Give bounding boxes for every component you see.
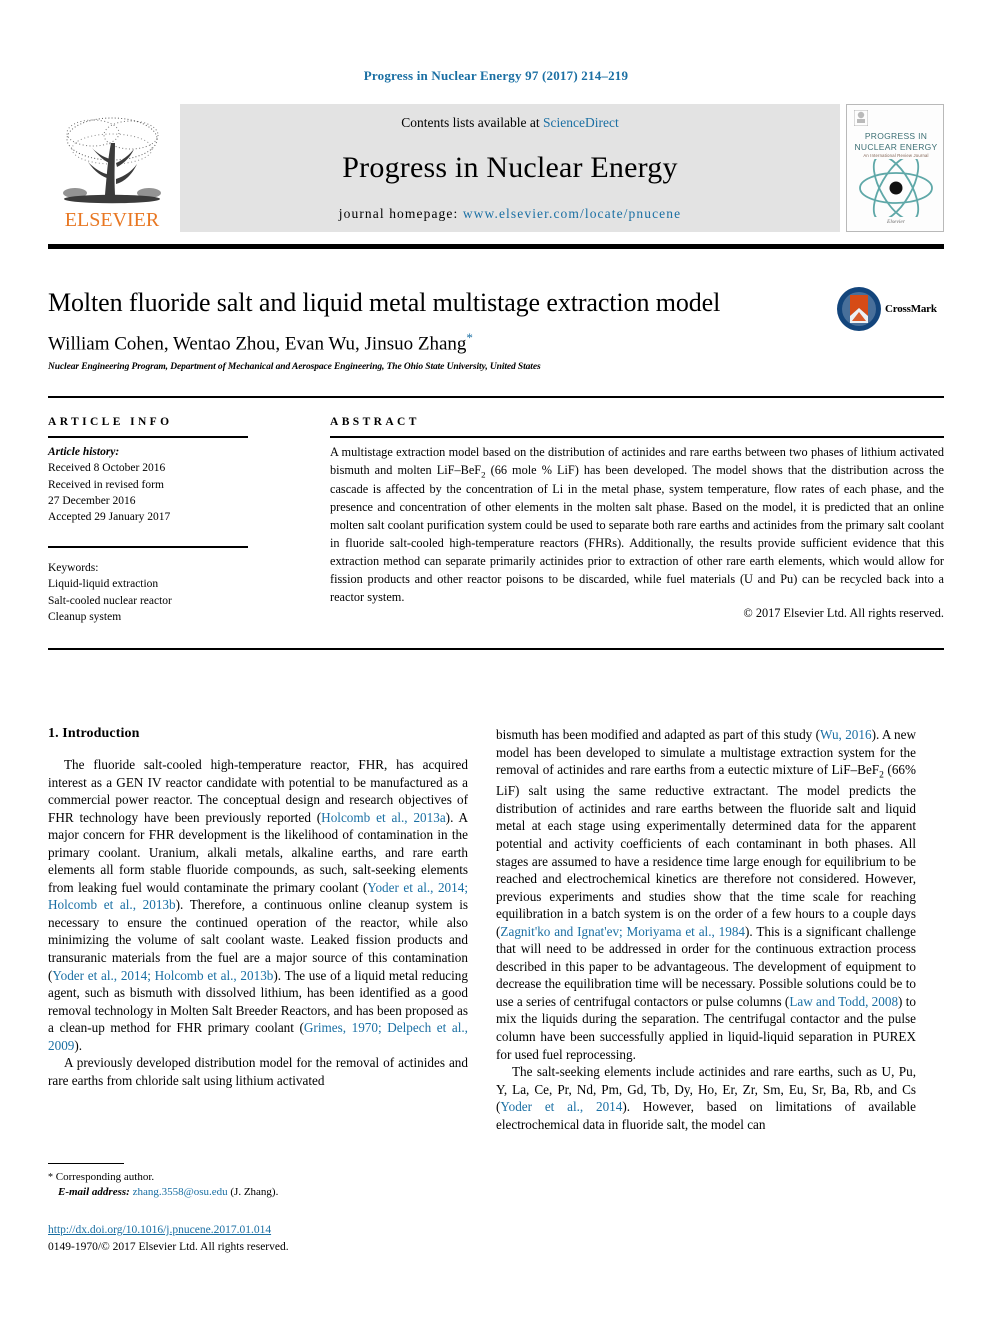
history-item-3: Accepted 29 January 2017 [48,511,171,524]
email-link[interactable]: zhang.3558@osu.edu [133,1186,228,1198]
cover-line-1: PROGRESS IN [864,131,928,141]
keyword-1: Salt-cooled nuclear reactor [48,594,172,607]
article-history-label: Article history: [48,446,120,458]
body-column-right: bismuth has been modified and adapted as… [496,726,916,1133]
elsevier-wordmark: ELSEVIER [64,209,160,231]
elsevier-tree-icon [53,113,171,209]
running-head: Progress in Nuclear Energy 97 (2017) 214… [363,68,629,83]
citation-wu-2016[interactable]: Wu, 2016 [820,727,872,742]
footnote-text: Corresponding author. [55,1171,155,1183]
keywords-label: Keywords: [48,562,99,574]
doi-block: http://dx.doi.org/10.1016/j.pnucene.2017… [48,1222,468,1255]
abstract-copyright: © 2017 Elsevier Ltd. All rights reserved… [743,606,944,620]
article-history: Article history: Received 8 October 2016… [48,444,248,526]
citation-yoder-holcomb-2[interactable]: Yoder et al., 2014; Holcomb et al., 2013… [52,968,273,983]
footnote-corresponding-author: * Corresponding author. E-mail address: … [48,1170,468,1201]
cover-footer: Elsevier [886,219,906,225]
author-list: William Cohen, Wentao Zhou, Evan Wu, Jin… [48,330,808,356]
keyword-2: Cleanup system [48,610,122,623]
footnote-marker: * [48,1172,53,1183]
keyword-0: Liquid-liquid extraction [48,578,159,591]
homepage-prefix: journal homepage: [338,206,463,221]
journal-homepage-link[interactable]: www.elsevier.com/locate/pnucene [463,206,681,221]
abstract-rule [330,436,944,438]
crossmark-icon [837,287,881,331]
paragraph-left-2: A previously developed distribution mode… [48,1055,468,1088]
abstract-heading: ABSTRACT [330,416,420,428]
journal-cover-thumbnail[interactable]: PROGRESS IN NUCLEAR ENERGY An Internatio… [846,104,944,232]
abstract-block-top-rule [48,396,944,398]
section-heading-introduction: 1. Introduction [48,726,140,741]
citation-yoder-2014[interactable]: Yoder et al., 2014 [500,1099,622,1114]
email-suffix: (J. Zhang). [227,1186,279,1199]
footnote-rule [48,1163,124,1164]
paper-page: Progress in Nuclear Energy 97 (2017) 214… [0,0,992,1323]
authors-names: William Cohen, Wentao Zhou, Evan Wu, Jin… [48,333,467,355]
sciencedirect-link[interactable]: ScienceDirect [543,115,619,130]
journal-homepage-line: journal homepage: www.elsevier.com/locat… [339,206,681,222]
citation-holcomb-2013a[interactable]: Holcomb et al., 2013a [321,810,446,825]
corresponding-author-marker: * [466,330,473,345]
history-item-1: Received in revised form [48,478,164,491]
journal-title: Progress in Nuclear Energy [342,150,678,184]
history-item-0: Received 8 October 2016 [48,462,166,475]
sciencedirect-banner: Contents lists available at ScienceDirec… [180,104,840,232]
crossmark-label: CrossMark [885,303,937,315]
issn-copyright-line: 0149-1970/© 2017 Elsevier Ltd. All right… [48,1240,289,1253]
contents-prefix: Contents lists available at [401,115,543,130]
journal-masthead: ELSEVIER Contents lists available at Sci… [48,104,944,232]
paragraph-right-2: The salt-seeking elements include actini… [496,1063,916,1133]
footnote-line-2: E-mail address: zhang.3558@osu.edu (J. Z… [48,1185,468,1200]
history-item-2: 27 December 2016 [48,494,136,507]
abstract-part-2: (66 mole % LiF) has been developed. The … [330,462,944,605]
crossmark-badge[interactable]: CrossMark [836,283,944,335]
abstract-text: A multistage extraction model based on t… [330,444,944,607]
masthead-bottom-rule [48,244,944,249]
cover-tagline: An International Review Journal [863,153,929,158]
atom-icon [859,159,933,217]
right-p1-a: bismuth has been modified and adapted as… [496,727,821,742]
cover-line-2: NUCLEAR ENERGY [854,141,938,152]
email-label: E-mail address: [58,1186,130,1199]
left-p1-e: ). [74,1037,83,1053]
paragraph-left-1: The fluoride salt-cooled high-temperatur… [48,756,468,1054]
doi-link[interactable]: http://dx.doi.org/10.1016/j.pnucene.2017… [48,1224,271,1236]
page-title: Molten fluoride salt and liquid metal mu… [48,288,721,317]
abstract-block-bottom-rule [48,648,944,650]
citation-zagnitko-moriyama[interactable]: Zagnit'ko and Ignat'ev; Moriyama et al.,… [500,924,745,939]
affiliation: Nuclear Engineering Program, Department … [48,362,541,372]
citation-law-todd-2008[interactable]: Law and Todd, 2008 [789,994,898,1009]
article-info-rule [48,436,248,438]
cover-journal-name: PROGRESS IN NUCLEAR ENERGY [847,131,943,152]
paragraph-right-1: bismuth has been modified and adapted as… [496,726,916,1063]
article-info-heading: ARTICLE INFO [48,416,173,428]
keywords-list: Keywords: Liquid-liquid extraction Salt-… [48,560,248,625]
cover-elsevier-icon [854,110,868,126]
body-column-left: 1. Introduction The fluoride salt-cooled… [48,726,468,1089]
contents-line: Contents lists available at ScienceDirec… [401,115,618,131]
footnote-line-1: * Corresponding author. [48,1170,468,1185]
right-p1-c: (66% LiF) salt using the same reductive … [496,762,916,939]
keywords-top-rule [48,546,248,548]
elsevier-logo: ELSEVIER [48,104,176,232]
